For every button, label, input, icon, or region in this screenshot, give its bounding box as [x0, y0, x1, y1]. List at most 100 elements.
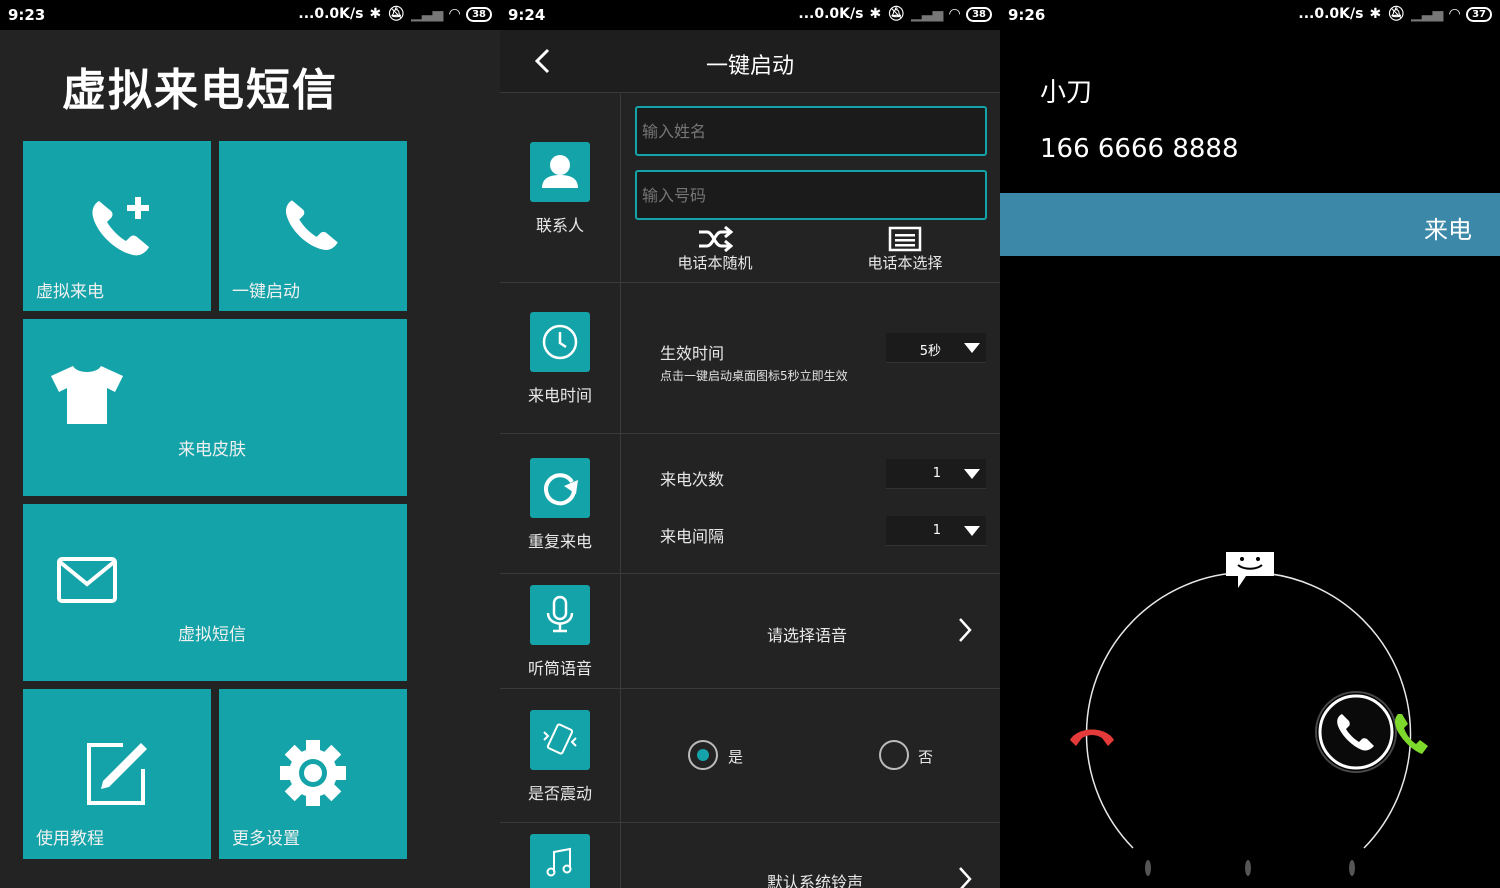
- vibrate-no-label: 否: [918, 748, 934, 766]
- phonebook-random-label: 电话本随机: [677, 254, 753, 272]
- edit-icon: [87, 743, 147, 805]
- status-time: 9:26: [1008, 6, 1046, 24]
- fake-sms-label: 虚拟短信: [178, 625, 246, 645]
- status-time: 9:23: [8, 6, 46, 24]
- signal-icon: ▁▃▅: [910, 6, 944, 22]
- phone-icon: [285, 200, 338, 251]
- mute-icon: 🔕︎: [387, 6, 405, 22]
- contact-tile: [530, 142, 590, 202]
- status-bar: 9:26 ...0.0K/s ✱ 🔕︎ ▁▃▅ ◠ 37: [1000, 0, 1500, 30]
- effective-time-value: 5秒: [919, 344, 941, 359]
- vibrate-yes-radio[interactable]: [688, 740, 718, 770]
- earpiece-voice-label: 听筒语音: [527, 659, 592, 678]
- net-speed: ...0.0K/s: [298, 6, 364, 22]
- mute-icon: 🔕︎: [887, 6, 905, 22]
- signal-icon: ▁▃▅: [410, 6, 444, 22]
- ringtone-text: 默认系统铃声: [767, 873, 864, 888]
- contact-icon: [542, 155, 578, 188]
- answer-icon[interactable]: [1314, 690, 1398, 774]
- phonebook-random-button[interactable]: 电话本随机: [660, 226, 770, 273]
- earpiece-voice-tile: [530, 585, 590, 645]
- dropdown-arrow-icon: [964, 343, 980, 353]
- tutorial-tile[interactable]: 使用教程: [23, 689, 211, 859]
- app-title: 虚拟来电短信: [62, 65, 338, 116]
- select-voice-row[interactable]: 请选择语音: [621, 604, 1000, 654]
- call-interval-value: 1: [932, 523, 941, 538]
- caller-name: 小刀: [1040, 78, 1093, 108]
- fake-sms-tile[interactable]: 虚拟短信: [23, 504, 407, 681]
- net-speed: ...0.0K/s: [798, 6, 864, 22]
- more-settings-tile[interactable]: 更多设置: [219, 689, 407, 859]
- bluetooth-icon: ✱: [869, 6, 882, 22]
- call-interval-select[interactable]: 1: [886, 516, 986, 546]
- tshirt-icon: [51, 366, 123, 424]
- vibrate-no-radio[interactable]: [879, 740, 909, 770]
- divider: [500, 822, 1000, 823]
- battery-icon: 37: [1466, 6, 1492, 22]
- signal-icon: ▁▃▅: [1410, 6, 1444, 22]
- vibrate-icon: [543, 723, 577, 755]
- add-call-icon: [92, 197, 149, 256]
- wifi-icon: ◠: [949, 6, 961, 22]
- effective-time-select[interactable]: 5秒: [886, 333, 986, 363]
- mute-icon: 🔕︎: [1387, 6, 1405, 22]
- wifi-icon: ◠: [449, 6, 461, 22]
- clock-icon: [542, 324, 578, 360]
- call-interval-label: 来电间隔: [660, 527, 725, 546]
- divider: [620, 94, 621, 888]
- status-right: ...0.0K/s ✱ 🔕︎ ▁▃▅ ◠ 37: [1298, 6, 1492, 22]
- incoming-call-screen: 9:26 ...0.0K/s ✱ 🔕︎ ▁▃▅ ◠ 37 小刀 166 6666…: [1000, 0, 1500, 888]
- incoming-banner: 来电: [1000, 193, 1500, 256]
- call-count-select[interactable]: 1: [886, 459, 986, 489]
- bluetooth-icon: ✱: [1369, 6, 1382, 22]
- effective-time-label: 生效时间: [660, 344, 725, 363]
- status-right: ...0.0K/s ✱ 🔕︎ ▁▃▅ ◠ 38: [798, 6, 992, 22]
- call-time-tile: [530, 312, 590, 372]
- radio-selected-dot: [697, 749, 709, 761]
- caller-number: 166 6666 8888: [1040, 134, 1239, 164]
- incoming-banner-label: 来电: [1424, 216, 1472, 244]
- divider: [500, 688, 1000, 689]
- status-right: ...0.0K/s ✱ 🔕︎ ▁▃▅ ◠ 38: [298, 6, 492, 22]
- contact-label: 联系人: [535, 216, 584, 235]
- divider: [500, 282, 1000, 283]
- dropdown-arrow-icon: [964, 469, 980, 479]
- number-input[interactable]: [635, 170, 987, 220]
- call-skin-label: 来电皮肤: [178, 440, 246, 460]
- phonebook-select-label: 电话本选择: [867, 254, 943, 272]
- one-key-start-tile[interactable]: 一键启动: [219, 141, 407, 311]
- vibrate-yes-label: 是: [728, 748, 744, 766]
- one-key-screen: 9:24 ...0.0K/s ✱ 🔕︎ ▁▃▅ ◠ 38 一键启动 联系人 输入…: [500, 0, 1000, 888]
- header: 一键启动: [500, 30, 1000, 93]
- fake-call-label: 虚拟来电: [36, 282, 104, 302]
- divider: [500, 433, 1000, 434]
- microphone-icon: [546, 595, 574, 633]
- wifi-icon: ◠: [1449, 6, 1461, 22]
- call-count-value: 1: [932, 466, 941, 481]
- name-input[interactable]: [635, 106, 987, 156]
- decline-icon[interactable]: [1066, 722, 1118, 752]
- chevron-right-icon: [959, 867, 972, 888]
- phonebook-select-button[interactable]: 电话本选择: [850, 226, 960, 273]
- ringtone-row[interactable]: 默认系统铃声: [621, 855, 1000, 888]
- home-screen: 9:23 ...0.0K/s ✱ 🔕︎ ▁▃▅ ◠ 38 虚拟来电短信 虚拟来电…: [0, 0, 500, 888]
- call-skin-tile[interactable]: 来电皮肤: [23, 319, 407, 496]
- repeat-call-label: 重复来电: [527, 532, 592, 551]
- music-note-icon: [546, 847, 572, 877]
- page-title: 一键启动: [705, 54, 794, 79]
- status-time: 9:24: [508, 6, 546, 24]
- answer-target-icon: [1395, 714, 1428, 754]
- call-count-label: 来电次数: [660, 470, 725, 489]
- dropdown-arrow-icon: [964, 526, 980, 536]
- tutorial-label: 使用教程: [36, 829, 104, 849]
- vibrate-tile: [530, 710, 590, 770]
- divider: [500, 573, 1000, 574]
- battery-icon: 38: [466, 6, 492, 22]
- battery-icon: 38: [966, 6, 992, 22]
- fake-call-tile[interactable]: 虚拟来电: [23, 141, 211, 311]
- shuffle-icon: [699, 226, 733, 252]
- list-icon: [888, 226, 922, 252]
- effective-time-hint: 点击一键启动桌面图标5秒立即生效: [660, 369, 848, 383]
- message-icon[interactable]: [1224, 550, 1276, 592]
- net-speed: ...0.0K/s: [1298, 6, 1364, 22]
